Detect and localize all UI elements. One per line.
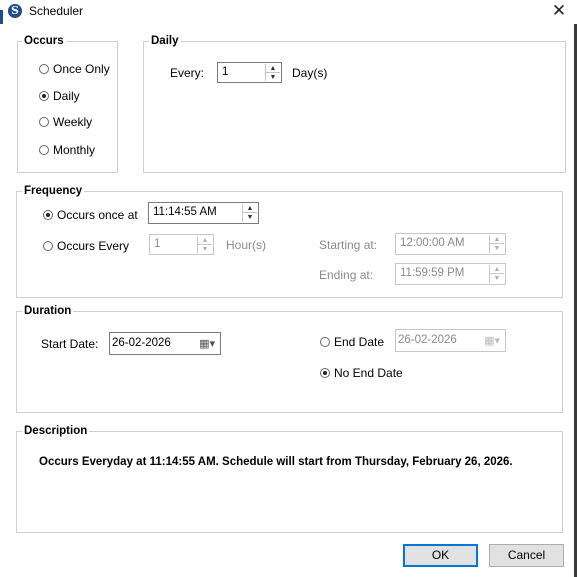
radio-no-end-date[interactable]: No End Date bbox=[320, 366, 403, 380]
spin-down-icon[interactable]: ▼ bbox=[243, 213, 257, 222]
every-days-value: 1 bbox=[222, 66, 229, 78]
occurs-legend: Occurs bbox=[22, 35, 66, 47]
radio-once-only-label: Once Only bbox=[53, 62, 110, 76]
start-date-value: 26-02-2026 bbox=[112, 337, 171, 349]
ending-time-stepper[interactable]: 11:59:59 PM ▲ ▼ bbox=[395, 263, 506, 285]
radio-monthly[interactable]: Monthly bbox=[39, 143, 95, 157]
radio-weekly-label: Weekly bbox=[53, 115, 93, 129]
duration-legend: Duration bbox=[22, 305, 74, 317]
radio-indicator bbox=[43, 241, 53, 251]
window-title: Scheduler bbox=[29, 4, 84, 18]
radio-occurs-every[interactable]: Occurs Every bbox=[43, 239, 129, 253]
radio-monthly-label: Monthly bbox=[53, 143, 96, 157]
close-icon[interactable]: ✕ bbox=[548, 1, 570, 21]
occurs-once-label: Occurs once at bbox=[57, 208, 138, 222]
daily-group bbox=[143, 41, 566, 173]
hours-unit-label: Hour(s) bbox=[226, 238, 267, 252]
stepper-buttons: ▲ ▼ bbox=[197, 236, 212, 253]
radio-indicator bbox=[320, 337, 330, 347]
stepper-buttons: ▲ ▼ bbox=[242, 204, 257, 222]
scheduler-app-icon: S bbox=[8, 4, 22, 18]
every-label: Every: bbox=[170, 66, 205, 80]
ending-time-value: 11:59:59 PM bbox=[400, 267, 465, 279]
radio-indicator bbox=[39, 64, 49, 74]
daily-legend: Daily bbox=[149, 35, 181, 47]
end-date-label: End Date bbox=[334, 335, 385, 349]
end-date-value: 26-02-2026 bbox=[398, 334, 457, 346]
spin-down-icon[interactable]: ▼ bbox=[490, 244, 504, 253]
title-bar bbox=[0, 0, 577, 24]
spin-up-icon[interactable]: ▲ bbox=[490, 235, 504, 244]
radio-indicator bbox=[39, 145, 49, 155]
spin-down-icon[interactable]: ▼ bbox=[198, 245, 212, 254]
radio-daily-label: Daily bbox=[53, 89, 80, 103]
no-end-date-label: No End Date bbox=[334, 366, 403, 380]
radio-indicator bbox=[320, 368, 330, 378]
frequency-legend: Frequency bbox=[22, 185, 85, 197]
calendar-icon[interactable]: ▦▾ bbox=[484, 334, 500, 347]
start-date-label: Start Date: bbox=[41, 337, 99, 351]
once-time-value: 11:14:55 AM bbox=[153, 206, 217, 218]
radio-daily[interactable]: Daily bbox=[39, 89, 80, 103]
cancel-button[interactable]: Cancel bbox=[489, 544, 564, 567]
ok-button[interactable]: OK bbox=[403, 544, 478, 567]
calendar-icon[interactable]: ▦▾ bbox=[199, 337, 215, 350]
end-date-picker[interactable]: 26-02-2026 ▦▾ bbox=[395, 329, 506, 352]
radio-indicator bbox=[39, 117, 49, 127]
every-hours-value: 1 bbox=[154, 238, 161, 250]
window-edge-accent bbox=[0, 10, 3, 24]
days-unit-label: Day(s) bbox=[292, 66, 328, 80]
starting-at-label: Starting at: bbox=[319, 238, 378, 252]
every-hours-stepper[interactable]: 1 ▲ ▼ bbox=[149, 234, 214, 255]
spin-up-icon[interactable]: ▲ bbox=[490, 265, 504, 274]
description-group bbox=[16, 431, 563, 533]
ending-at-label: Ending at: bbox=[319, 268, 374, 282]
start-date-picker[interactable]: 26-02-2026 ▦▾ bbox=[109, 332, 221, 355]
starting-time-stepper[interactable]: 12:00:00 AM ▲ ▼ bbox=[395, 233, 506, 255]
radio-once-only[interactable]: Once Only bbox=[39, 62, 110, 76]
starting-time-value: 12:00:00 AM bbox=[400, 237, 465, 249]
stepper-buttons: ▲ ▼ bbox=[489, 235, 504, 253]
description-legend: Description bbox=[22, 425, 90, 437]
spin-down-icon[interactable]: ▼ bbox=[266, 73, 280, 82]
radio-weekly[interactable]: Weekly bbox=[39, 115, 92, 129]
description-text: Occurs Everyday at 11:14:55 AM. Schedule… bbox=[39, 456, 513, 468]
spin-up-icon[interactable]: ▲ bbox=[243, 204, 257, 213]
radio-indicator bbox=[43, 210, 53, 220]
radio-indicator bbox=[39, 91, 49, 101]
stepper-buttons: ▲ ▼ bbox=[489, 265, 504, 283]
spin-down-icon[interactable]: ▼ bbox=[490, 274, 504, 283]
once-time-stepper[interactable]: 11:14:55 AM ▲ ▼ bbox=[148, 202, 259, 224]
occurs-every-label: Occurs Every bbox=[57, 239, 130, 253]
radio-end-date[interactable]: End Date bbox=[320, 335, 384, 349]
every-days-stepper[interactable]: 1 ▲ ▼ bbox=[217, 62, 282, 83]
stepper-buttons: ▲ ▼ bbox=[265, 64, 280, 81]
radio-occurs-once-at[interactable]: Occurs once at bbox=[43, 208, 138, 222]
duration-group bbox=[16, 311, 563, 413]
spin-up-icon[interactable]: ▲ bbox=[266, 64, 280, 73]
spin-up-icon[interactable]: ▲ bbox=[198, 236, 212, 245]
